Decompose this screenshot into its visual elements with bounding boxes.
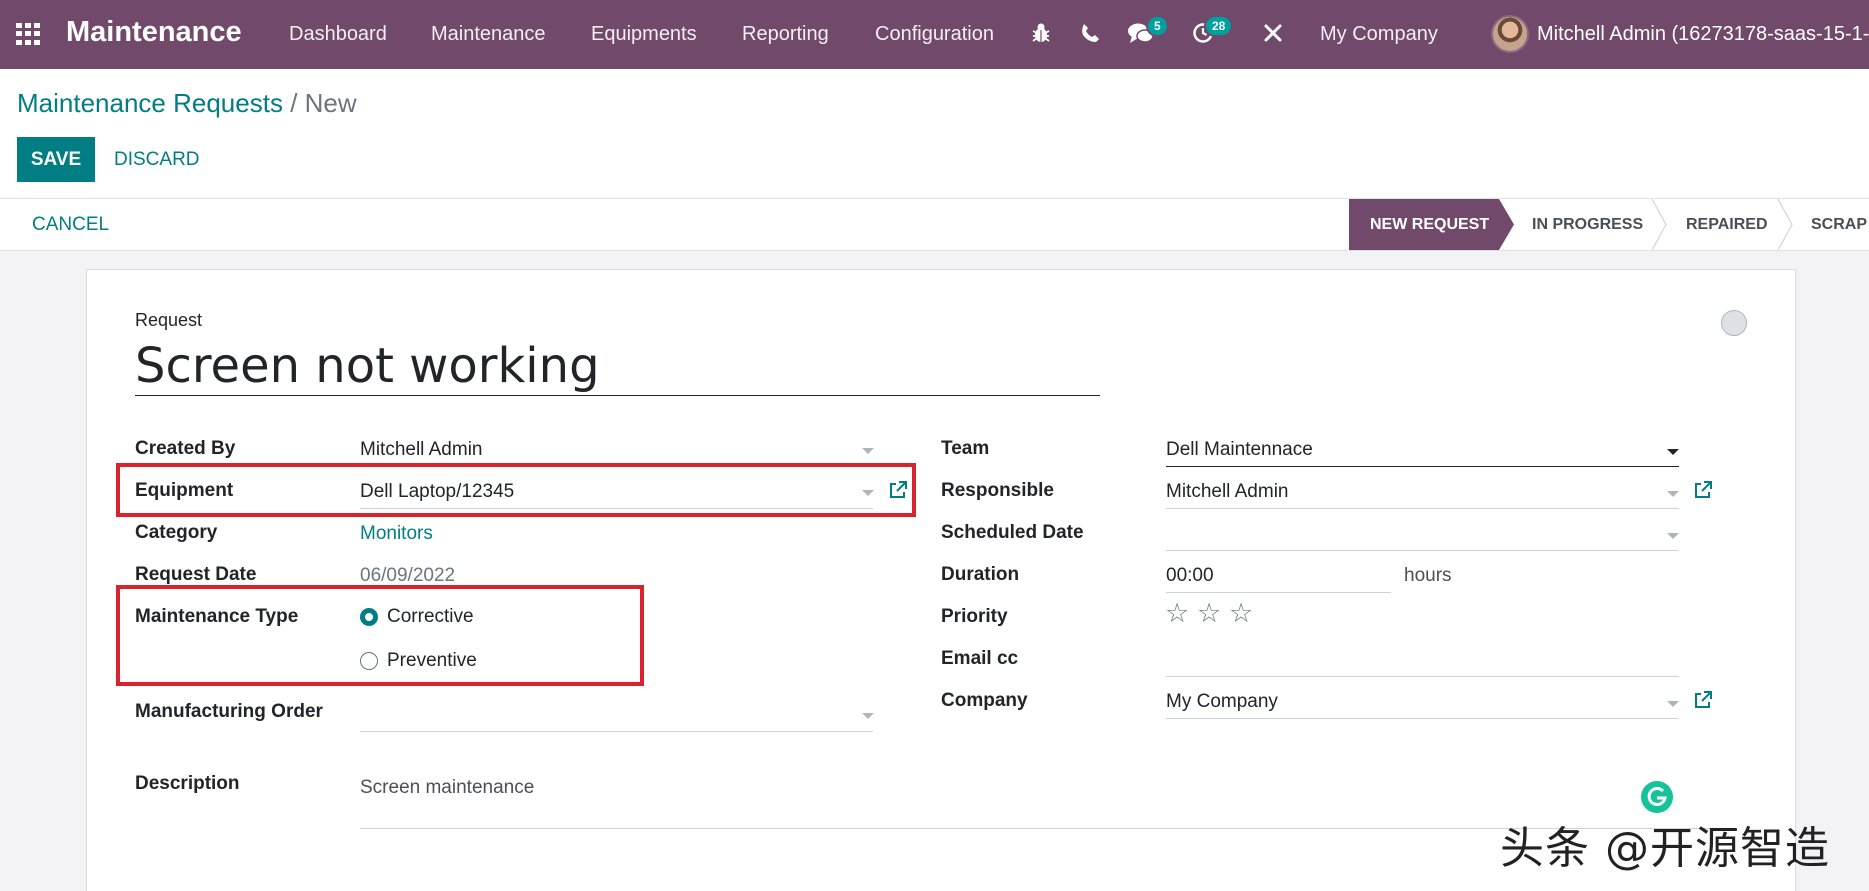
- team-field[interactable]: Dell Maintennace: [1166, 439, 1313, 461]
- menu-configuration[interactable]: Configuration: [875, 23, 994, 46]
- scheduled-date-underline: [1166, 550, 1679, 551]
- company-underline: [1166, 718, 1679, 719]
- description-label: Description: [135, 773, 240, 794]
- priority-label: Priority: [941, 606, 1008, 627]
- maintenance-type-label: Maintenance Type: [135, 606, 299, 627]
- team-underline: [1166, 466, 1679, 467]
- status-bar: CANCEL NEW REQUEST IN PROGRESS REPAIRED …: [0, 199, 1869, 251]
- breadcrumb-separator: /: [290, 88, 298, 118]
- stage-repaired[interactable]: REPAIRED: [1686, 199, 1768, 250]
- chevron-down-icon[interactable]: [1667, 449, 1679, 455]
- company-switcher[interactable]: My Company: [1320, 23, 1438, 46]
- created-by-field[interactable]: Mitchell Admin: [360, 439, 483, 461]
- discard-button[interactable]: DISCARD: [114, 149, 200, 171]
- user-avatar[interactable]: [1491, 15, 1529, 53]
- kanban-state-indicator[interactable]: [1721, 310, 1747, 336]
- maintenance-type-highlight-box: [116, 585, 644, 686]
- equipment-underline: [360, 508, 873, 509]
- company-label: Company: [941, 690, 1028, 711]
- responsible-label: Responsible: [941, 480, 1054, 501]
- form-sheet: Request Screen not working Created By Mi…: [86, 269, 1796, 891]
- duration-label: Duration: [941, 564, 1020, 585]
- chevron-down-icon[interactable]: [862, 713, 874, 719]
- chevron-down-icon[interactable]: [862, 448, 874, 454]
- menu-dashboard[interactable]: Dashboard: [289, 23, 387, 46]
- stage-new-request[interactable]: NEW REQUEST: [1349, 199, 1499, 250]
- created-by-label: Created By: [135, 438, 236, 459]
- equipment-label: Equipment: [135, 480, 234, 501]
- request-title-input[interactable]: Screen not working: [135, 338, 600, 394]
- menu-equipments[interactable]: Equipments: [591, 23, 697, 46]
- team-label: Team: [941, 438, 990, 459]
- chevron-down-icon[interactable]: [1667, 701, 1679, 707]
- corrective-option-label[interactable]: Corrective: [387, 606, 474, 628]
- scheduled-date-label: Scheduled Date: [941, 522, 1084, 543]
- app-name[interactable]: Maintenance: [66, 16, 242, 49]
- request-date-label: Request Date: [135, 564, 257, 585]
- watermark-text: 头条 @开源智造: [1500, 823, 1830, 874]
- chevron-down-icon[interactable]: [1667, 533, 1679, 539]
- breadcrumb-current: New: [304, 88, 357, 118]
- duration-underline: [1166, 592, 1391, 593]
- app-menu-icon[interactable]: [16, 23, 42, 45]
- company-field[interactable]: My Company: [1166, 691, 1278, 713]
- duration-field[interactable]: 00:00: [1166, 565, 1214, 587]
- preventive-option-label[interactable]: Preventive: [387, 650, 477, 672]
- external-link-icon[interactable]: [1693, 690, 1713, 710]
- corrective-radio[interactable]: [360, 608, 378, 626]
- chevron-down-icon[interactable]: [862, 490, 874, 496]
- stage-arrow-active: [1499, 199, 1514, 250]
- save-button[interactable]: SAVE: [17, 137, 95, 182]
- manufacturing-order-underline: [360, 731, 873, 732]
- category-label: Category: [135, 522, 218, 543]
- request-date-value: 06/09/2022: [360, 565, 456, 586]
- email-cc-label: Email cc: [941, 648, 1019, 669]
- priority-star-icon[interactable]: ☆: [1229, 600, 1253, 627]
- responsible-field[interactable]: Mitchell Admin: [1166, 481, 1289, 503]
- manufacturing-order-label: Manufacturing Order: [135, 701, 323, 722]
- breadcrumb: Maintenance Requests / New: [17, 88, 357, 119]
- request-label: Request: [135, 310, 203, 330]
- request-title-underline: [135, 395, 1100, 396]
- preventive-radio[interactable]: [360, 652, 378, 670]
- activities-count-badge: 28: [1204, 15, 1234, 37]
- stage-divider: [1777, 199, 1793, 250]
- tools-icon[interactable]: [1263, 23, 1283, 43]
- responsible-underline: [1166, 508, 1679, 509]
- equipment-field[interactable]: Dell Laptop/12345: [360, 481, 514, 503]
- user-menu[interactable]: Mitchell Admin (16273178-saas-15-1-a: [1537, 23, 1869, 46]
- control-panel: Maintenance Requests / New SAVE DISCARD: [0, 69, 1869, 199]
- phone-icon[interactable]: [1079, 22, 1101, 44]
- priority-star-icon[interactable]: ☆: [1165, 600, 1189, 627]
- chevron-down-icon[interactable]: [1667, 491, 1679, 497]
- duration-unit: hours: [1404, 565, 1452, 586]
- stage-in-progress[interactable]: IN PROGRESS: [1532, 199, 1643, 250]
- external-link-icon[interactable]: [888, 480, 908, 500]
- priority-star-icon[interactable]: ☆: [1197, 600, 1221, 627]
- breadcrumb-parent[interactable]: Maintenance Requests: [17, 88, 283, 118]
- grammarly-icon[interactable]: [1640, 780, 1674, 814]
- stage-divider: [1651, 199, 1667, 250]
- category-link[interactable]: Monitors: [360, 523, 433, 545]
- cancel-button[interactable]: CANCEL: [32, 214, 109, 236]
- messages-count-badge: 5: [1146, 15, 1169, 37]
- external-link-icon[interactable]: [1693, 480, 1713, 500]
- menu-reporting[interactable]: Reporting: [742, 23, 829, 46]
- description-field[interactable]: Screen maintenance: [360, 777, 534, 799]
- stage-scrap[interactable]: SCRAP: [1811, 199, 1867, 250]
- top-navbar: Maintenance Dashboard Maintenance Equipm…: [0, 0, 1869, 69]
- menu-maintenance[interactable]: Maintenance: [431, 23, 546, 46]
- email-cc-underline: [1166, 676, 1679, 677]
- bug-icon[interactable]: [1030, 22, 1052, 44]
